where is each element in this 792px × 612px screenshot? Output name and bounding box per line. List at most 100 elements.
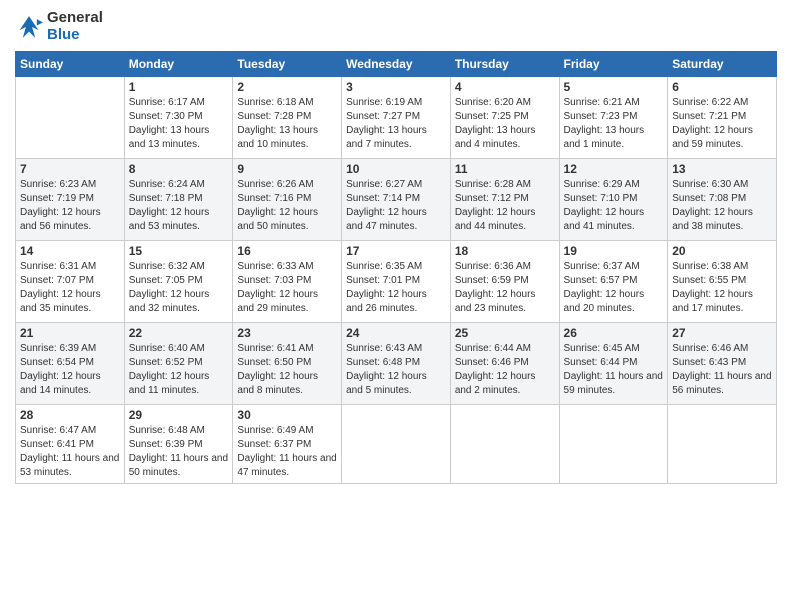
day-info: Sunrise: 6:32 AMSunset: 7:05 PMDaylight:… [129, 260, 229, 316]
day-info: Sunrise: 6:29 AMSunset: 7:10 PMDaylight:… [564, 178, 664, 234]
calendar-cell: 18 Sunrise: 6:36 AMSunset: 6:59 PMDayligh… [450, 241, 559, 323]
day-info: Sunrise: 6:45 AMSunset: 6:44 PMDaylight:… [564, 342, 664, 398]
day-info: Sunrise: 6:17 AMSunset: 7:30 PMDaylight:… [129, 96, 229, 152]
day-info: Sunrise: 6:49 AMSunset: 6:37 PMDaylight:… [237, 424, 337, 480]
day-number: 27 [672, 326, 772, 340]
calendar-cell: 19Sunrise: 6:37 AMSunset: 6:57 PMDayligh… [559, 241, 668, 323]
day-number: 4 [455, 80, 555, 94]
day-number: 6 [672, 80, 772, 94]
calendar-cell: 28 Sunrise: 6:47 AMSunset: 6:41 PMDayligh… [16, 405, 125, 484]
day-info: Sunrise: 6:38 AMSunset: 6:55 PMDaylight:… [672, 260, 772, 316]
day-info: Sunrise: 6:18 AMSunset: 7:28 PMDaylight:… [237, 96, 337, 152]
week-row-4: 21Sunrise: 6:39 AMSunset: 6:54 PMDayligh… [16, 323, 777, 405]
day-number: 29 [129, 408, 229, 422]
day-info: Sunrise: 6:44 AMSunset: 6:46 PMDaylight:… [455, 342, 555, 398]
day-number: 16 [237, 244, 337, 258]
day-info: Sunrise: 6:36 AMSunset: 6:59 PMDaylight:… [455, 260, 555, 316]
day-info: Sunrise: 6:35 AMSunset: 7:01 PMDaylight:… [346, 260, 446, 316]
calendar-cell: 2Sunrise: 6:18 AMSunset: 7:28 PMDaylight… [233, 77, 342, 159]
day-number: 13 [672, 162, 772, 176]
calendar-cell: 7Sunrise: 6:23 AMSunset: 7:19 PMDaylight… [16, 159, 125, 241]
calendar-cell: 25 Sunrise: 6:44 AMSunset: 6:46 PMDayligh… [450, 323, 559, 405]
calendar-cell: 23 Sunrise: 6:41 AMSunset: 6:50 PMDayligh… [233, 323, 342, 405]
calendar-cell: 9Sunrise: 6:26 AMSunset: 7:16 PMDaylight… [233, 159, 342, 241]
day-info: Sunrise: 6:39 AMSunset: 6:54 PMDaylight:… [20, 342, 120, 398]
calendar-cell: 24Sunrise: 6:43 AMSunset: 6:48 PMDayligh… [342, 323, 451, 405]
day-number: 30 [237, 408, 337, 422]
day-info: Sunrise: 6:48 AMSunset: 6:39 PMDaylight:… [129, 424, 229, 480]
calendar-cell: 29 Sunrise: 6:48 AMSunset: 6:39 PMDayligh… [124, 405, 233, 484]
day-info: Sunrise: 6:27 AMSunset: 7:14 PMDaylight:… [346, 178, 446, 234]
logo-icon [15, 13, 43, 41]
weekday-header-friday: Friday [559, 52, 668, 77]
day-info: Sunrise: 6:20 AMSunset: 7:25 PMDaylight:… [455, 96, 555, 152]
calendar-cell: 1 Sunrise: 6:17 AMSunset: 7:30 PMDaylight… [124, 77, 233, 159]
calendar-cell: 8Sunrise: 6:24 AMSunset: 7:18 PMDaylight… [124, 159, 233, 241]
calendar-cell [16, 77, 125, 159]
calendar-cell: 30 Sunrise: 6:49 AMSunset: 6:37 PMDayligh… [233, 405, 342, 484]
calendar-cell: 4 Sunrise: 6:20 AMSunset: 7:25 PMDaylight… [450, 77, 559, 159]
day-info: Sunrise: 6:26 AMSunset: 7:16 PMDaylight:… [237, 178, 337, 234]
day-number: 14 [20, 244, 120, 258]
calendar-cell: 26 Sunrise: 6:45 AMSunset: 6:44 PMDayligh… [559, 323, 668, 405]
calendar-cell [559, 405, 668, 484]
calendar-cell: 12Sunrise: 6:29 AMSunset: 7:10 PMDayligh… [559, 159, 668, 241]
day-info: Sunrise: 6:31 AMSunset: 7:07 PMDaylight:… [20, 260, 120, 316]
logo-text: General Blue [47, 10, 103, 43]
week-row-2: 7Sunrise: 6:23 AMSunset: 7:19 PMDaylight… [16, 159, 777, 241]
day-number: 24 [346, 326, 446, 340]
calendar-cell: 5 Sunrise: 6:21 AMSunset: 7:23 PMDaylight… [559, 77, 668, 159]
day-number: 20 [672, 244, 772, 258]
day-number: 11 [455, 162, 555, 176]
day-number: 23 [237, 326, 337, 340]
day-number: 22 [129, 326, 229, 340]
day-info: Sunrise: 6:21 AMSunset: 7:23 PMDaylight:… [564, 96, 664, 152]
weekday-header-saturday: Saturday [668, 52, 777, 77]
weekday-header-monday: Monday [124, 52, 233, 77]
logo: General Blue [15, 10, 103, 43]
day-info: Sunrise: 6:46 AMSunset: 6:43 PMDaylight:… [672, 342, 772, 398]
day-info: Sunrise: 6:30 AMSunset: 7:08 PMDaylight:… [672, 178, 772, 234]
day-number: 19 [564, 244, 664, 258]
weekday-header-thursday: Thursday [450, 52, 559, 77]
calendar-cell: 3 Sunrise: 6:19 AMSunset: 7:27 PMDaylight… [342, 77, 451, 159]
weekday-header-tuesday: Tuesday [233, 52, 342, 77]
calendar-cell [668, 405, 777, 484]
day-info: Sunrise: 6:41 AMSunset: 6:50 PMDaylight:… [237, 342, 337, 398]
day-number: 17 [346, 244, 446, 258]
calendar-cell: 16Sunrise: 6:33 AMSunset: 7:03 PMDayligh… [233, 241, 342, 323]
day-info: Sunrise: 6:47 AMSunset: 6:41 PMDaylight:… [20, 424, 120, 480]
day-info: Sunrise: 6:19 AMSunset: 7:27 PMDaylight:… [346, 96, 446, 152]
day-number: 26 [564, 326, 664, 340]
calendar-table: SundayMondayTuesdayWednesdayThursdayFrid… [15, 51, 777, 484]
calendar-cell [342, 405, 451, 484]
calendar-cell: 20 Sunrise: 6:38 AMSunset: 6:55 PMDayligh… [668, 241, 777, 323]
day-number: 5 [564, 80, 664, 94]
day-number: 18 [455, 244, 555, 258]
calendar-cell: 21Sunrise: 6:39 AMSunset: 6:54 PMDayligh… [16, 323, 125, 405]
day-number: 3 [346, 80, 446, 94]
day-number: 15 [129, 244, 229, 258]
day-info: Sunrise: 6:28 AMSunset: 7:12 PMDaylight:… [455, 178, 555, 234]
week-row-5: 28 Sunrise: 6:47 AMSunset: 6:41 PMDayligh… [16, 405, 777, 484]
calendar-cell: 15 Sunrise: 6:32 AMSunset: 7:05 PMDayligh… [124, 241, 233, 323]
weekday-header-row: SundayMondayTuesdayWednesdayThursdayFrid… [16, 52, 777, 77]
day-info: Sunrise: 6:22 AMSunset: 7:21 PMDaylight:… [672, 96, 772, 152]
calendar-cell: 14 Sunrise: 6:31 AMSunset: 7:07 PMDayligh… [16, 241, 125, 323]
week-row-3: 14 Sunrise: 6:31 AMSunset: 7:07 PMDayligh… [16, 241, 777, 323]
weekday-header-wednesday: Wednesday [342, 52, 451, 77]
page: General Blue SundayMondayTuesdayWednesda… [0, 0, 792, 612]
header-area: General Blue [15, 10, 777, 43]
calendar-cell: 11 Sunrise: 6:28 AMSunset: 7:12 PMDayligh… [450, 159, 559, 241]
day-number: 1 [129, 80, 229, 94]
day-info: Sunrise: 6:23 AMSunset: 7:19 PMDaylight:… [20, 178, 120, 234]
day-number: 25 [455, 326, 555, 340]
day-info: Sunrise: 6:40 AMSunset: 6:52 PMDaylight:… [129, 342, 229, 398]
calendar-cell: 6 Sunrise: 6:22 AMSunset: 7:21 PMDaylight… [668, 77, 777, 159]
calendar-cell [450, 405, 559, 484]
calendar-cell: 13 Sunrise: 6:30 AMSunset: 7:08 PMDayligh… [668, 159, 777, 241]
calendar-cell: 27 Sunrise: 6:46 AMSunset: 6:43 PMDayligh… [668, 323, 777, 405]
day-number: 28 [20, 408, 120, 422]
calendar-cell: 10 Sunrise: 6:27 AMSunset: 7:14 PMDayligh… [342, 159, 451, 241]
day-number: 10 [346, 162, 446, 176]
